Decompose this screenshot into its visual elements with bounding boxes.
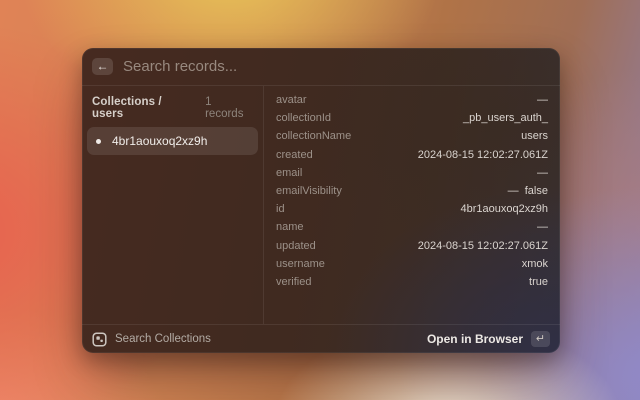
field-label: email <box>276 167 302 179</box>
field-value: 2024-08-15 12:02:27.061Z <box>418 149 548 161</box>
field-label: name <box>276 221 304 233</box>
field-value: users <box>521 130 548 142</box>
detail-row-email: email — <box>276 164 548 182</box>
detail-row-collectionId: collectionId _pb_users_auth_ <box>276 109 548 127</box>
return-key-icon: ↵ <box>531 331 550 347</box>
records-sidebar: Collections / users 1 records 4br1aouxoq… <box>82 86 263 324</box>
record-id-label: 4br1aouxoq2xz9h <box>112 134 207 148</box>
field-label: avatar <box>276 94 307 106</box>
field-label: collectionName <box>276 130 351 142</box>
detail-row-created: created 2024-08-15 12:02:27.061Z <box>276 146 548 164</box>
pocketbase-icon <box>92 332 107 347</box>
detail-row-name: name — <box>276 218 548 236</box>
detail-row-id: id 4br1aouxoq2xz9h <box>276 200 548 218</box>
field-value: _pb_users_auth_ <box>463 112 548 124</box>
detail-row-updated: updated 2024-08-15 12:02:27.061Z <box>276 237 548 255</box>
field-value: — <box>537 167 548 179</box>
field-value: — <box>537 94 548 106</box>
field-value: 2024-08-15 12:02:27.061Z <box>418 240 548 252</box>
field-label: verified <box>276 276 311 288</box>
desktop-background: ← Collections / users 1 records 4br1aoux… <box>0 0 640 400</box>
sidebar-header: Collections / users 1 records <box>82 86 263 126</box>
record-dot-icon <box>96 139 101 144</box>
field-value: — <box>537 221 548 233</box>
field-value: — false <box>508 185 548 197</box>
detail-row-avatar: avatar — <box>276 91 548 109</box>
open-in-browser-action[interactable]: Open in Browser ↵ <box>427 331 550 347</box>
open-in-browser-label: Open in Browser <box>427 332 523 346</box>
search-bar: ← <box>82 48 560 85</box>
field-label: collectionId <box>276 112 331 124</box>
command-palette-window: ← Collections / users 1 records 4br1aoux… <box>82 48 560 353</box>
field-value: true <box>529 276 548 288</box>
field-label: id <box>276 203 285 215</box>
record-list-item[interactable]: 4br1aouxoq2xz9h <box>87 127 258 155</box>
content-area: Collections / users 1 records 4br1aouxoq… <box>82 86 560 324</box>
field-label: created <box>276 149 313 161</box>
field-value: xmok <box>522 258 548 270</box>
command-title: Search Collections <box>115 333 419 345</box>
detail-row-emailVisibility: emailVisibility — false <box>276 182 548 200</box>
detail-row-username: username xmok <box>276 255 548 273</box>
record-count: 1 records <box>205 96 253 120</box>
search-input[interactable] <box>123 58 550 75</box>
field-label: username <box>276 258 325 270</box>
breadcrumb: Collections / users <box>92 96 196 120</box>
detail-row-verified: verified true <box>276 273 548 291</box>
detail-row-collectionName: collectionName users <box>276 127 548 145</box>
field-value: 4br1aouxoq2xz9h <box>461 203 548 215</box>
record-detail-panel: avatar — collectionId _pb_users_auth_ co… <box>264 86 560 324</box>
field-label: emailVisibility <box>276 185 342 197</box>
back-button[interactable]: ← <box>92 58 113 75</box>
field-label: updated <box>276 240 316 252</box>
footer-bar: Search Collections Open in Browser ↵ <box>82 325 560 353</box>
